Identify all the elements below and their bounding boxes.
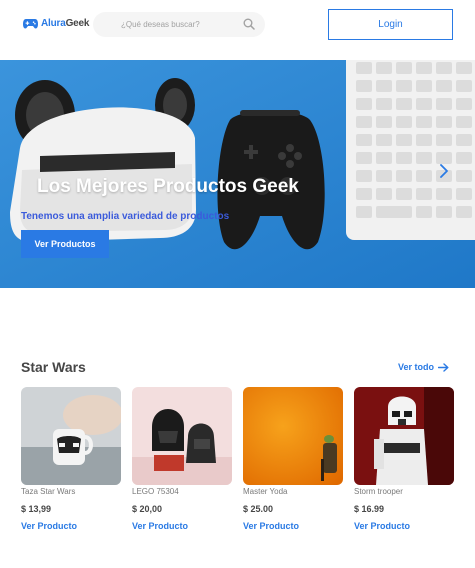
- product-name: Master Yoda: [243, 487, 288, 496]
- product-card: Master Yoda $ 25.00 Ver Producto: [243, 387, 343, 531]
- product-card: Storm trooper $ 16.99 Ver Producto: [354, 387, 454, 531]
- logo-text-geek: Geek: [65, 18, 90, 29]
- search-input[interactable]: [93, 12, 243, 37]
- view-product-link[interactable]: Ver Producto: [132, 521, 232, 531]
- section-title: Star Wars: [21, 359, 86, 375]
- header: AluraGeek Login: [0, 0, 475, 60]
- arrow-right-icon: [438, 362, 449, 372]
- product-price: $ 20,00: [132, 504, 163, 514]
- gamepad-logo-icon: [23, 19, 38, 29]
- product-image[interactable]: [243, 387, 343, 485]
- view-products-button[interactable]: Ver Productos: [21, 230, 109, 258]
- hero-title: Los Mejores Productos Geek: [37, 176, 299, 197]
- product-card: LEGO 75304 $ 20,00 Ver Producto: [132, 387, 232, 531]
- search-icon[interactable]: [243, 18, 255, 30]
- product-price: $ 13,99: [21, 504, 52, 514]
- login-button[interactable]: Login: [328, 9, 453, 40]
- product-name: Taza Star Wars: [21, 487, 76, 496]
- view-product-link[interactable]: Ver Producto: [21, 521, 121, 531]
- view-product-link[interactable]: Ver Producto: [354, 521, 454, 531]
- logo-text-alura: Alura: [41, 18, 66, 29]
- hero-subtitle: Tenemos una amplia variedad de productos: [21, 211, 230, 222]
- product-name: Storm trooper: [354, 487, 403, 496]
- product-image[interactable]: [354, 387, 454, 485]
- chevron-right-icon[interactable]: [439, 164, 449, 178]
- product-image[interactable]: [21, 387, 121, 485]
- product-image[interactable]: [132, 387, 232, 485]
- search-bar: [93, 12, 265, 37]
- product-price: $ 16.99: [354, 504, 385, 514]
- logo-text: AluraGeek: [41, 18, 89, 29]
- view-product-link[interactable]: Ver Producto: [243, 521, 343, 531]
- see-all-link[interactable]: Ver todo: [398, 362, 449, 372]
- hero-banner: Los Mejores Productos Geek Tenemos una a…: [0, 60, 475, 288]
- see-all-label: Ver todo: [398, 362, 435, 372]
- product-card: Taza Star Wars $ 13,99 Ver Producto: [21, 387, 121, 531]
- product-price: $ 25.00: [243, 504, 274, 514]
- logo[interactable]: AluraGeek: [23, 18, 89, 29]
- product-name: LEGO 75304: [132, 487, 179, 496]
